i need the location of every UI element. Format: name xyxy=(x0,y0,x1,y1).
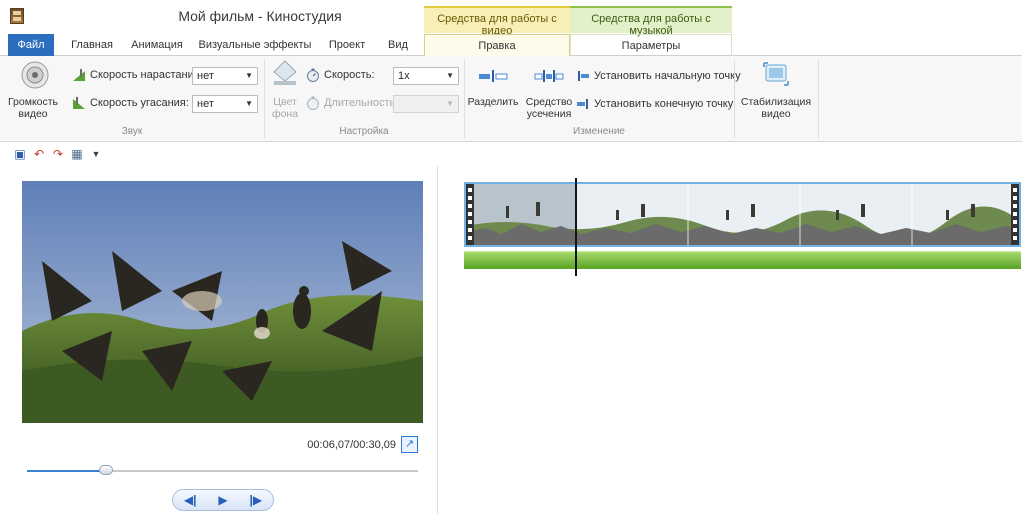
fade-out-value: нет xyxy=(197,98,214,110)
group-label-settings: Настройка xyxy=(339,126,389,137)
set-start-point-button[interactable]: Установить начальную точку xyxy=(576,70,741,82)
fullscreen-icon[interactable]: ↗ xyxy=(401,436,418,453)
set-end-point-icon xyxy=(577,99,588,109)
window-title: Мой фильм - Киностудия xyxy=(178,8,342,24)
film-sprocket-right xyxy=(1011,184,1019,245)
stabilization-icon xyxy=(763,62,789,86)
trim-tool-label: Средство усечения xyxy=(525,96,573,120)
duration-row: Длительность: xyxy=(306,96,398,110)
fade-in-icon xyxy=(73,69,85,81)
paint-bucket-icon xyxy=(273,60,297,85)
title-bar: Мой фильм - Киностудия Средства для рабо… xyxy=(0,0,1022,37)
split-icon xyxy=(479,70,508,82)
seek-bar[interactable] xyxy=(27,465,418,475)
fade-in-select[interactable]: нет ▼ xyxy=(192,67,258,85)
timecode-display: 00:06,07/00:30,09 xyxy=(307,439,396,451)
background-color-button[interactable]: Цвет фона xyxy=(267,58,303,122)
music-track[interactable] xyxy=(464,251,1021,269)
tab-project[interactable]: Проект xyxy=(322,34,372,56)
speed-label: Скорость: xyxy=(324,69,375,81)
tab-edit[interactable]: Правка xyxy=(424,34,570,57)
customize-toolbar-icon[interactable]: ▼ xyxy=(89,147,103,161)
next-frame-icon[interactable]: |▶ xyxy=(249,493,262,507)
background-color-label: Цвет фона xyxy=(271,96,299,120)
tab-file[interactable]: Файл xyxy=(8,34,54,56)
fade-in-value: нет xyxy=(197,70,214,82)
set-end-point-label: Установить конечную точку xyxy=(594,98,734,110)
set-start-point-label: Установить начальную точку xyxy=(594,70,741,82)
playback-controls: ◀| ▶ |▶ xyxy=(172,489,274,511)
duration-input[interactable]: ▼ xyxy=(393,95,459,113)
trim-icon xyxy=(534,70,564,82)
tab-animation[interactable]: Анимация xyxy=(125,34,189,56)
trim-tool-button[interactable]: Средство усечения xyxy=(524,58,574,122)
tab-visual-effects[interactable]: Визуальные эффекты xyxy=(197,34,313,56)
video-clip[interactable] xyxy=(464,182,1021,247)
video-preview[interactable] xyxy=(22,181,423,423)
playhead-cursor[interactable] xyxy=(575,178,577,276)
seek-bar-fill xyxy=(27,470,106,472)
previous-frame-icon[interactable]: ◀| xyxy=(184,493,197,507)
chevron-down-icon: ▼ xyxy=(245,99,253,108)
group-label-edit: Изменение xyxy=(573,126,625,137)
speaker-icon xyxy=(21,61,49,89)
clip-thumbnails-image xyxy=(466,184,1019,245)
speed-value: 1x xyxy=(398,70,410,82)
fade-in-label: Скорость нарастания: xyxy=(90,69,203,81)
group-divider xyxy=(734,60,735,138)
quick-access-toolbar: ▣ ↶ ↷ ▦ ▼ xyxy=(0,142,1022,166)
duration-label: Длительность: xyxy=(324,97,399,109)
split-button[interactable]: Разделить xyxy=(467,58,519,122)
stabilization-button[interactable]: Стабилизация видео xyxy=(738,58,814,122)
context-header-video-tools: Средства для работы с видео xyxy=(424,6,570,37)
group-divider xyxy=(818,60,819,138)
video-frame-birds-image xyxy=(22,181,423,423)
fade-out-row: Скорость угасания: xyxy=(72,96,189,110)
film-sprocket-left xyxy=(466,184,474,245)
set-start-point-icon xyxy=(578,71,589,81)
undo-icon[interactable]: ↶ xyxy=(32,147,46,161)
speed-row: Скорость: xyxy=(306,68,375,82)
ribbon-panel: Громкость видео Скорость нарастания: нет… xyxy=(0,56,1022,142)
split-label: Разделить xyxy=(467,96,519,108)
volume-label: Громкость видео xyxy=(7,96,59,120)
tab-parameters[interactable]: Параметры xyxy=(570,34,732,56)
save-icon[interactable]: ▣ xyxy=(13,147,27,161)
preview-pane: 00:06,07/00:30,09 ↗ ◀| ▶ |▶ xyxy=(0,166,438,514)
speed-stopwatch-icon xyxy=(307,68,319,82)
tab-home[interactable]: Главная xyxy=(62,34,122,56)
stabilization-label: Стабилизация видео xyxy=(740,96,812,120)
seek-bar-thumb[interactable] xyxy=(98,465,113,475)
group-label-sound: Звук xyxy=(121,126,143,137)
fade-out-icon xyxy=(73,97,85,109)
speed-select[interactable]: 1x ▼ xyxy=(393,67,459,85)
volume-button[interactable]: Громкость видео xyxy=(4,58,62,122)
chevron-down-icon: ▼ xyxy=(245,71,253,80)
chevron-down-icon: ▼ xyxy=(446,99,454,108)
duration-stopwatch-icon xyxy=(307,96,319,110)
play-icon[interactable]: ▶ xyxy=(218,493,227,507)
set-end-point-button[interactable]: Установить конечную точку xyxy=(576,98,733,110)
fade-in-row: Скорость нарастания: xyxy=(72,68,203,82)
context-header-music-tools: Средства для работы с музыкой xyxy=(570,6,732,37)
chevron-down-icon: ▼ xyxy=(446,71,454,80)
redo-icon[interactable]: ↷ xyxy=(51,147,65,161)
fade-out-label: Скорость угасания: xyxy=(90,97,189,109)
fade-out-select[interactable]: нет ▼ xyxy=(192,95,258,113)
storyboard xyxy=(439,166,1022,514)
grid-view-icon[interactable]: ▦ xyxy=(70,147,84,161)
ribbon-tabs: Файл Главная Анимация Визуальные эффекты… xyxy=(0,34,1022,57)
tab-view[interactable]: Вид xyxy=(382,34,414,56)
